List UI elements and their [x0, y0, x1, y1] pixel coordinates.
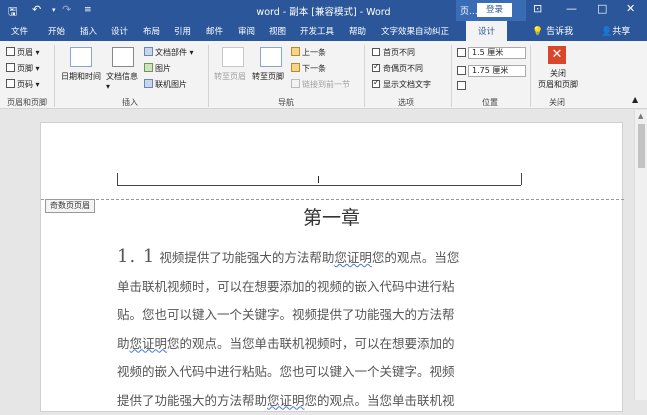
picture-icon [144, 63, 153, 72]
paragraph-line: 助您证明您的观点。当您单击联机视频时，可以在想要添加的 [117, 330, 537, 359]
tab-layout[interactable]: 布局 [143, 25, 160, 37]
footer-icon [6, 63, 15, 72]
header-margin-mark [521, 173, 522, 185]
tab-design[interactable]: 设计 [111, 25, 128, 37]
divider [451, 45, 452, 107]
document-info-icon [112, 47, 134, 67]
document-info-button[interactable]: 文档信息▾ [106, 71, 138, 91]
document-parts-button[interactable]: 文档部件 ▾ [144, 47, 194, 58]
link-to-previous-button: 链接到前一节 [291, 79, 350, 90]
text-cursor-icon: I [317, 175, 320, 186]
checkbox-unchecked [372, 48, 380, 56]
calendar-icon [70, 47, 92, 67]
tab-mailings[interactable]: 邮件 [206, 25, 223, 37]
page-number-icon [6, 79, 15, 88]
ribbon: 页眉 ▾ 页脚 ▾ 页码 ▾ 页眉和页脚 日期和时间 文档信息▾ 文档部件 ▾ … [0, 41, 647, 109]
tab-header-footer-design[interactable]: 设计 [466, 21, 507, 41]
login-button[interactable]: 登录 [477, 3, 512, 17]
vertical-scrollbar[interactable]: ▲ [634, 110, 647, 400]
collapse-ribbon-icon[interactable]: ▲ [632, 95, 638, 104]
tab-references[interactable]: 引用 [174, 25, 191, 37]
body-paragraph[interactable]: 1. 1 视频提供了功能强大的方法帮助您证明您的观点。当您 单击联机视频时，可以… [117, 243, 537, 415]
tab-developer[interactable]: 开发工具 [300, 25, 334, 37]
goto-footer-button[interactable]: 转至页脚 [252, 71, 284, 82]
header-boundary [41, 199, 624, 200]
chapter-heading[interactable]: 第一章 [41, 203, 622, 230]
next-icon [291, 63, 300, 72]
tab-text-effects[interactable]: 文字效果自动纠正 [381, 25, 449, 37]
maximize-icon[interactable]: □ [597, 2, 607, 15]
group-label-position: 位置 [470, 97, 510, 108]
show-document-text-checkbox[interactable]: 显示文档文字 [372, 79, 431, 90]
share-button[interactable]: 👤共享 [601, 24, 630, 37]
tab-review[interactable]: 审阅 [238, 25, 255, 37]
divider [364, 45, 365, 107]
close-icon[interactable]: ✕ [626, 2, 635, 15]
header-position-spinner[interactable]: 1.5 厘米 [468, 47, 526, 59]
checkbox-checked [372, 64, 380, 72]
goto-footer-icon [260, 47, 282, 67]
ribbon-display-icon[interactable]: ⊡ [533, 2, 542, 15]
tab-file[interactable]: 文件 [11, 25, 28, 37]
paragraph-line: 提供了功能强大的方法帮助您证明您的观点。当您单击联机视 [117, 387, 537, 415]
paragraph-line: 1. 1 视频提供了功能强大的方法帮助您证明您的观点。当您 [117, 243, 537, 273]
group-label-close: 关闭 [537, 97, 577, 108]
user-icon: 👤 [601, 27, 612, 37]
tab-view[interactable]: 视图 [269, 25, 286, 37]
close-header-footer-button[interactable]: 关闭页眉和页脚 [535, 68, 581, 90]
group-label-navigation: 导航 [266, 97, 306, 108]
checkbox-checked [372, 80, 380, 88]
header-button[interactable]: 页眉 ▾ [6, 47, 40, 58]
paragraph-line: 单击联机视频时，可以在想要添加的视频的嵌入代码中进行粘 [117, 273, 537, 302]
tab-home[interactable]: 开始 [48, 25, 65, 37]
document-page[interactable]: I 奇数页页眉 第一章 1. 1 视频提供了功能强大的方法帮助您证明您的观点。当… [40, 122, 623, 412]
paragraph-line: 视频的嵌入代码中进行粘贴。您也可以键入一个关键字。视频 [117, 358, 537, 387]
goto-header-button: 转至页眉 [214, 71, 246, 82]
first-page-different-checkbox[interactable]: 首页不同 [372, 47, 415, 58]
document-area: I 奇数页页眉 第一章 1. 1 视频提供了功能强大的方法帮助您证明您的观点。当… [0, 110, 634, 400]
ribbon-tabs: 文件 开始 插入 设计 布局 引用 邮件 审阅 视图 开发工具 帮助 文字效果自… [0, 21, 647, 41]
tab-insert[interactable]: 插入 [80, 25, 97, 37]
group-label-insert: 插入 [110, 97, 150, 108]
tab-help[interactable]: 帮助 [349, 25, 366, 37]
online-picture-icon [144, 79, 153, 88]
link-icon [291, 79, 300, 88]
divider [530, 45, 531, 107]
footer-position-icon [457, 66, 468, 76]
minimize-icon[interactable]: — [566, 2, 577, 15]
previous-icon [291, 47, 300, 56]
align-tab-icon[interactable] [457, 81, 468, 91]
goto-header-icon [222, 47, 244, 67]
online-picture-button[interactable]: 联机图片 [144, 79, 187, 90]
header-position-icon [457, 48, 468, 58]
scrollbar-thumb[interactable] [638, 124, 645, 168]
footer-position-spinner[interactable]: 1.75 厘米 [468, 65, 526, 77]
paragraph-line: 贴。您也可以键入一个关键字。视频提供了功能强大的方法帮 [117, 301, 537, 330]
close-header-footer-icon: ✕ [548, 46, 566, 64]
tell-me-box[interactable]: 💡 告诉我 [532, 24, 573, 37]
header-margin-mark [117, 173, 118, 185]
header-icon [6, 47, 15, 56]
page-number-button[interactable]: 页码 ▾ [6, 79, 40, 90]
title-bar: 🖫 ↶ ▾ ↷ ≡ word - 副本 [兼容模式] - Word 页... 登… [0, 0, 647, 21]
scroll-up-icon[interactable]: ▲ [638, 112, 643, 120]
lightbulb-icon: 💡 [532, 27, 543, 37]
window-title: word - 副本 [兼容模式] - Word [0, 4, 647, 18]
footer-button[interactable]: 页脚 ▾ [6, 63, 40, 74]
document-parts-icon [144, 47, 153, 56]
group-label-options: 选项 [386, 97, 426, 108]
datetime-button[interactable]: 日期和时间 [61, 71, 101, 82]
odd-even-different-checkbox[interactable]: 奇偶页不同 [372, 63, 423, 74]
next-button[interactable]: 下一条 [291, 63, 326, 74]
picture-button[interactable]: 图片 [144, 63, 171, 74]
previous-button[interactable]: 上一条 [291, 47, 326, 58]
divider [54, 45, 55, 107]
divider [208, 45, 209, 107]
group-label-header-footer: 页眉和页脚 [2, 97, 52, 108]
